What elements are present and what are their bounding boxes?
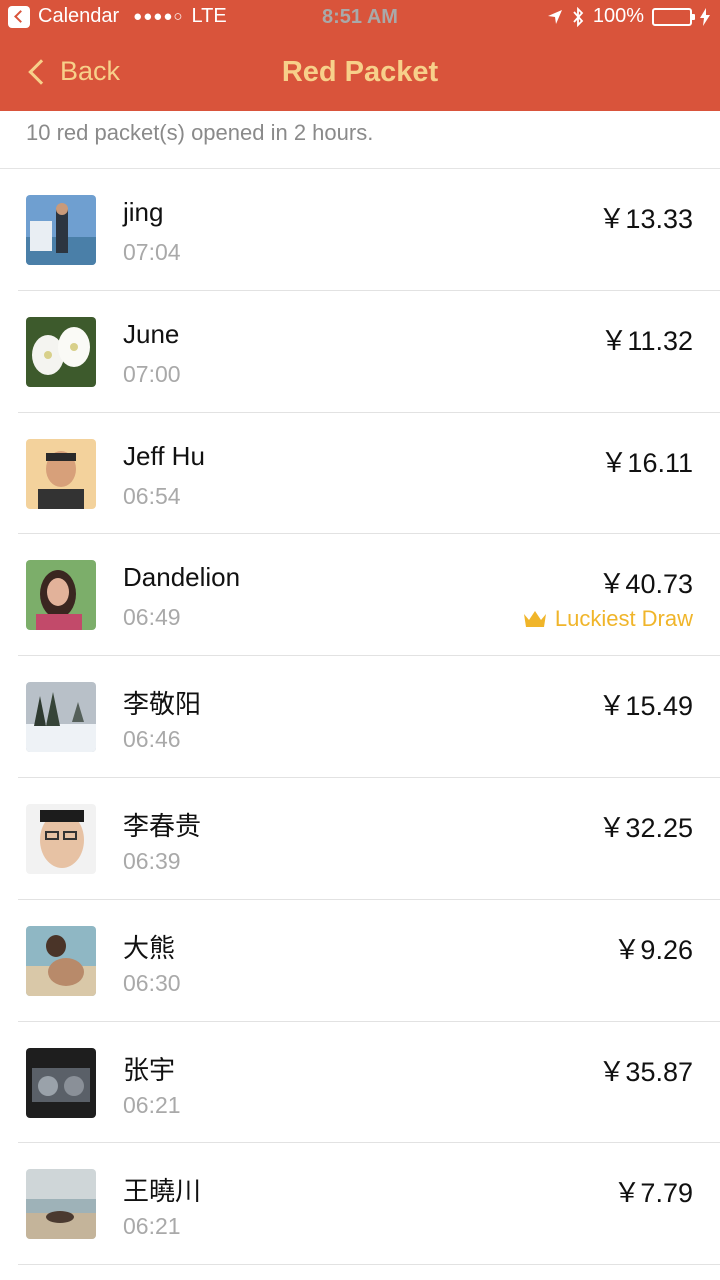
list-item[interactable]: 张宇 06:21 ￥35.87 <box>0 1022 720 1144</box>
summary-text: 10 red packet(s) opened in 2 hours. <box>26 120 374 145</box>
battery-icon <box>652 7 695 26</box>
recipient-name: 王曉川 <box>123 1176 202 1207</box>
person-by-water-avatar[interactable] <box>26 195 96 265</box>
list-item[interactable]: Jeff Hu 06:54 ￥16.11 <box>0 413 720 535</box>
open-time: 06:30 <box>123 969 181 996</box>
list-item[interactable]: 李敬阳 06:46 ￥15.49 <box>0 656 720 778</box>
recipient-name: Dandelion <box>123 562 241 593</box>
open-time: 06:21 <box>123 1091 181 1118</box>
list-item[interactable]: June 07:00 ￥11.32 <box>0 291 720 413</box>
recipient-name: jing <box>123 197 164 227</box>
status-right: 100% <box>547 5 710 28</box>
recipient-name: 李敬阳 <box>123 689 202 720</box>
open-time: 06:49 <box>123 604 181 631</box>
battery-percent: 100% <box>592 5 644 27</box>
page-title: Red Packet <box>281 56 439 88</box>
packet-amount: ￥11.32 <box>600 325 693 356</box>
man-portrait-avatar[interactable] <box>26 438 96 509</box>
man-glasses-avatar[interactable] <box>26 803 96 874</box>
list-item[interactable]: 李春贵 06:39 ￥32.25 <box>0 778 720 900</box>
open-time: 06:54 <box>123 482 181 509</box>
open-time: 07:04 <box>123 239 181 265</box>
dark-scene-avatar[interactable] <box>26 1047 96 1118</box>
packet-amount: ￥35.87 <box>598 1056 693 1087</box>
list-item[interactable]: 王曉川 06:21 ￥7.79 <box>0 1143 720 1266</box>
recipient-list: jing 07:04 ￥13.33 June 07:00 ￥11.32 Jeff… <box>0 169 720 1266</box>
crown-icon <box>523 611 546 628</box>
list-item[interactable]: 大熊 06:30 ￥9.26 <box>0 900 720 1022</box>
packet-amount: ￥13.33 <box>598 204 693 234</box>
luckiest-draw-label: Luckiest Draw <box>554 606 693 632</box>
list-item[interactable]: Dandelion 06:49 ￥40.73 Luckiest Draw <box>0 534 720 657</box>
open-time: 06:46 <box>123 726 181 753</box>
recipient-name: 李春贵 <box>123 810 202 841</box>
woman-portrait-avatar[interactable] <box>26 560 96 631</box>
open-time: 07:00 <box>123 360 181 387</box>
recipient-name: 大熊 <box>123 932 176 963</box>
beach-rocks-avatar[interactable] <box>26 1169 96 1240</box>
charging-bolt-icon <box>700 7 710 26</box>
recipient-name: Jeff Hu <box>123 440 205 471</box>
status-bar: Calendar ●●●●○ LTE 8:51 AM 100% <box>0 0 720 36</box>
header-bar: Calendar ●●●●○ LTE 8:51 AM 100% Back Red… <box>0 0 720 111</box>
packet-amount: ￥15.49 <box>598 691 693 722</box>
packet-amount: ￥32.25 <box>598 812 693 843</box>
navigation-bar: Back Red Packet <box>0 36 720 111</box>
packet-amount: ￥16.11 <box>600 447 693 478</box>
packet-amount: ￥7.79 <box>613 1178 693 1209</box>
bluetooth-icon <box>573 6 584 27</box>
snowy-trees-avatar[interactable] <box>26 682 96 753</box>
list-item[interactable]: jing 07:04 ￥13.33 <box>0 169 720 291</box>
packet-amount: ￥9.26 <box>613 934 693 965</box>
location-arrow-icon <box>547 9 562 24</box>
recipient-name: June <box>123 318 180 349</box>
row-divider <box>18 1264 720 1266</box>
recipient-name: 张宇 <box>123 1054 176 1085</box>
open-time: 06:21 <box>123 1213 181 1240</box>
luckiest-draw-badge: Luckiest Draw <box>523 606 693 632</box>
beach-woman-avatar[interactable] <box>26 925 96 996</box>
white-flowers-avatar[interactable] <box>26 316 96 387</box>
open-time: 06:39 <box>123 847 181 874</box>
packet-amount: ￥40.73 <box>598 569 693 600</box>
